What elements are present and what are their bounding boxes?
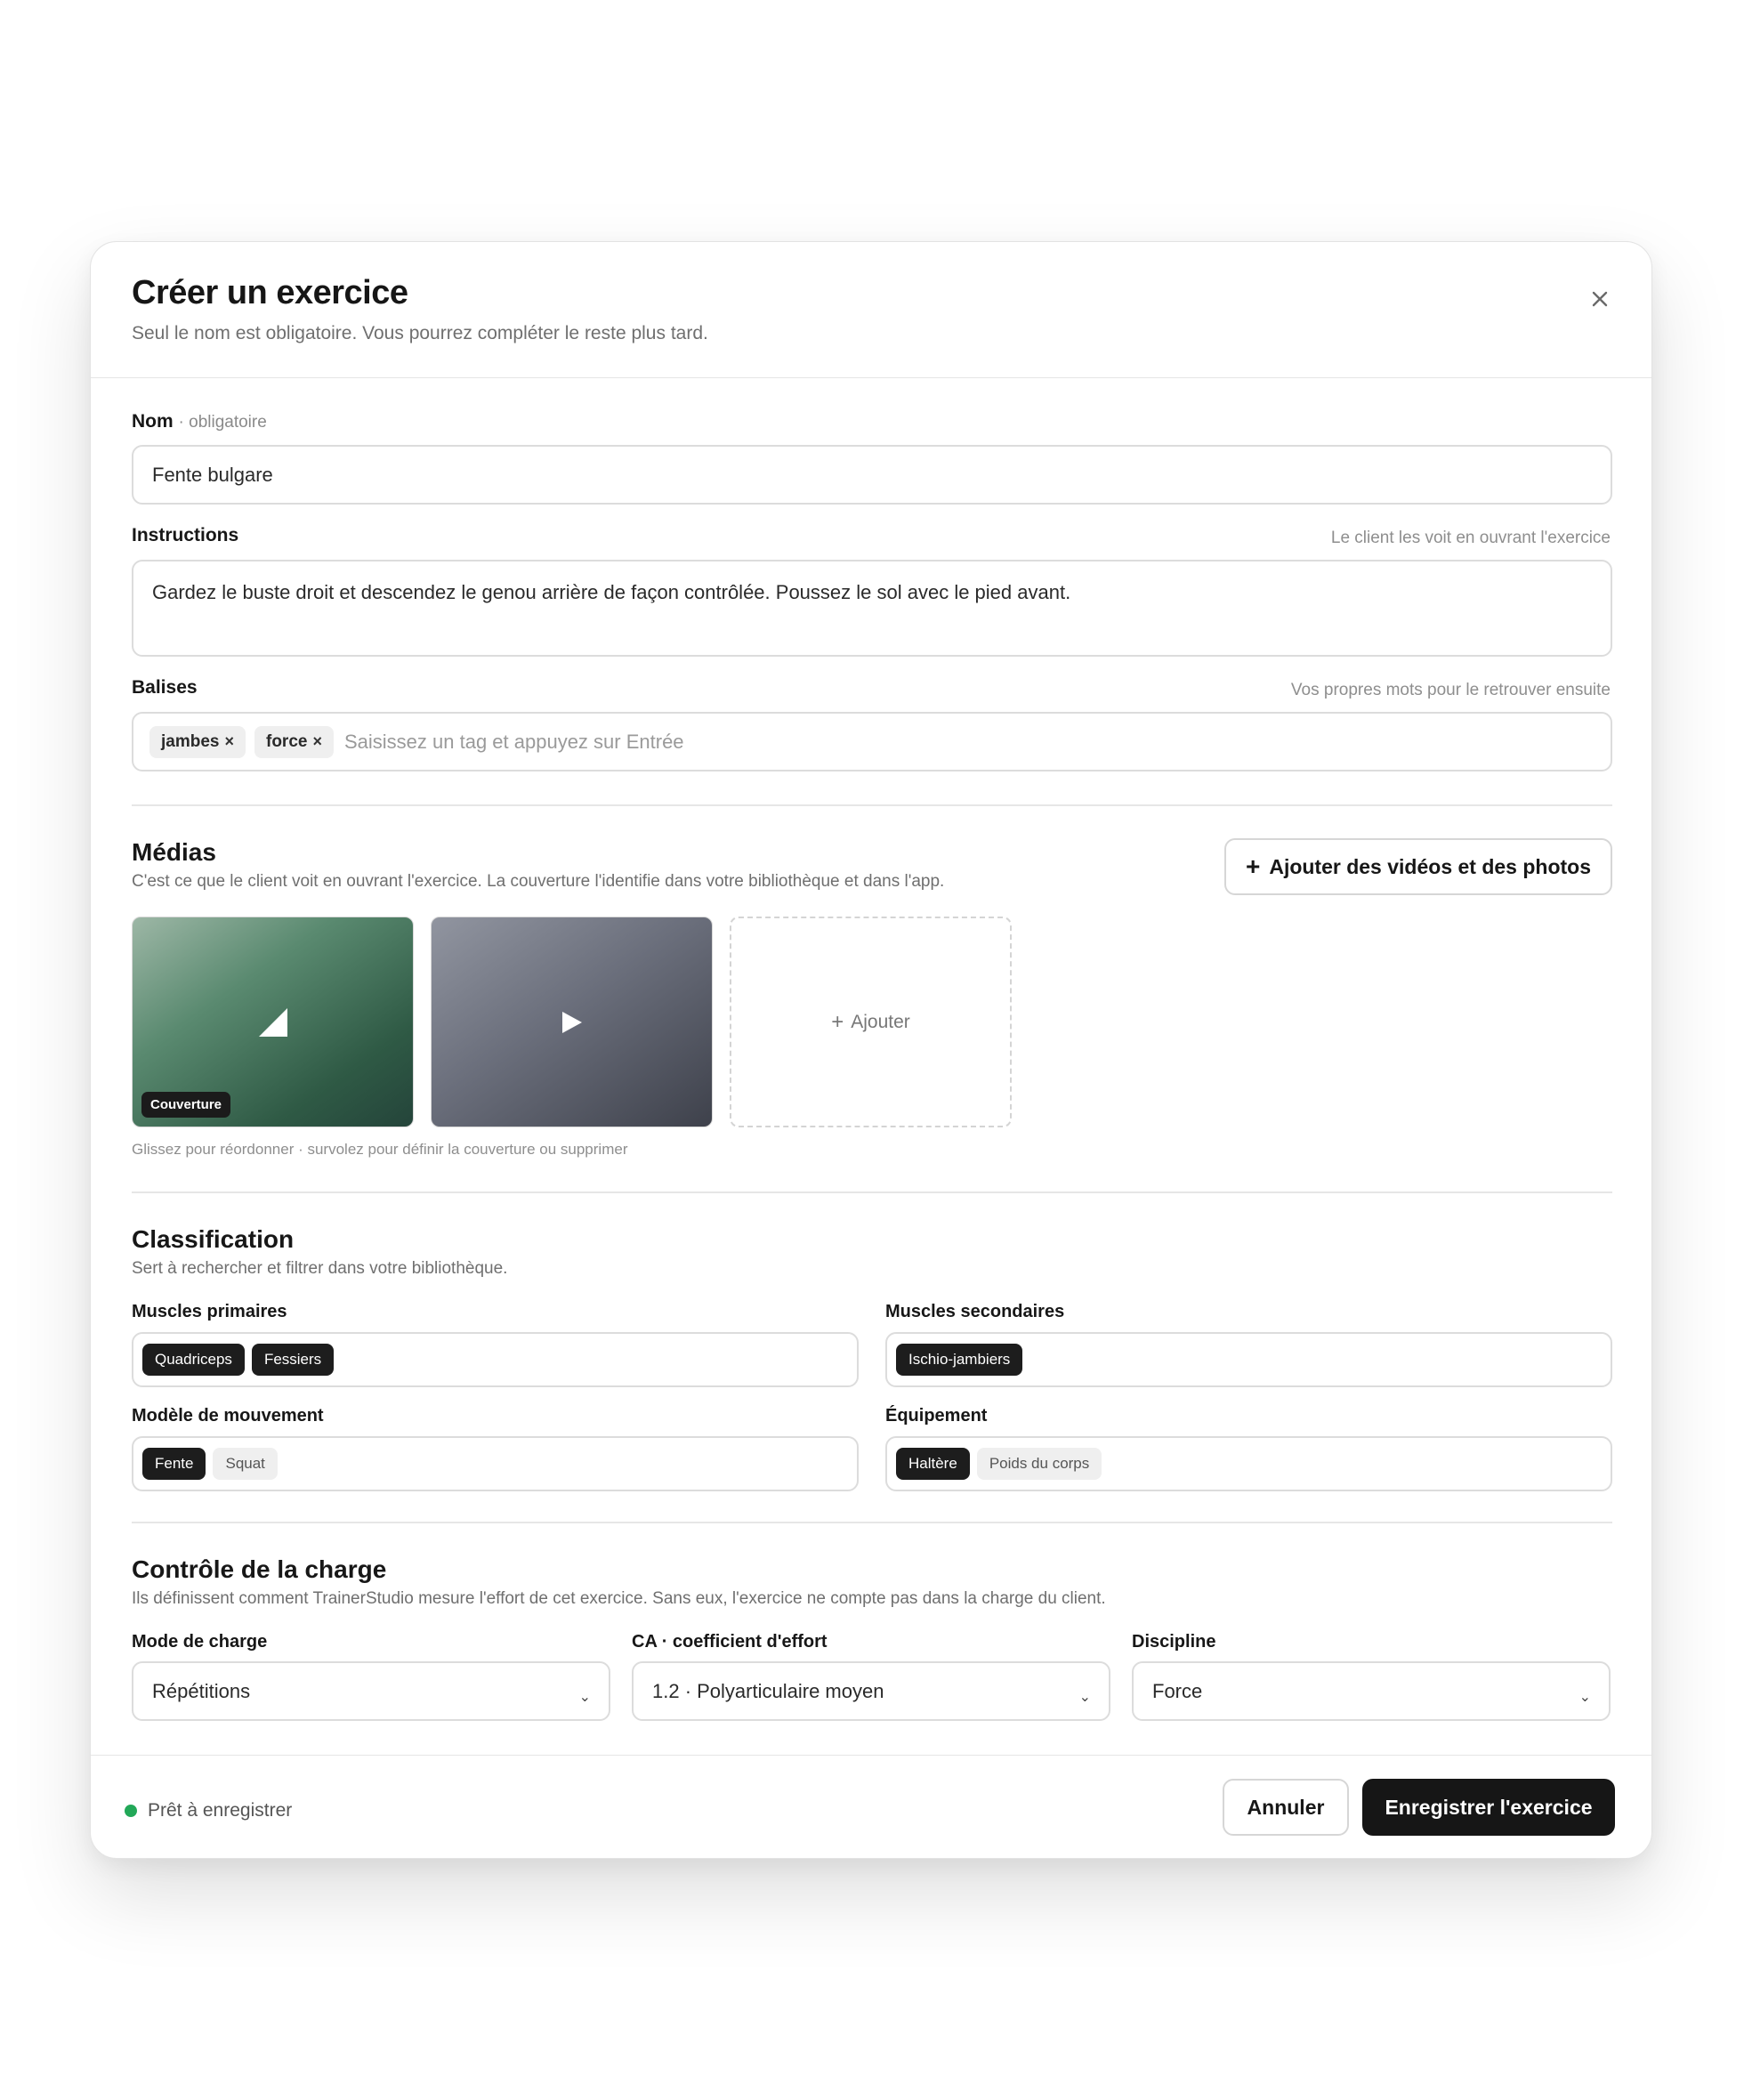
tag-label: force	[266, 731, 308, 751]
media-description: C'est ce que le client voit en ouvrant l…	[132, 872, 945, 891]
divider	[132, 1522, 1612, 1523]
effort-coefficient-label: CA · coefficient d'effort	[632, 1632, 828, 1652]
add-media-button-label: Ajouter des vidéos et des photos	[1269, 854, 1592, 878]
secondary-muscles-label: Muscles secondaires	[885, 1302, 1065, 1321]
add-media-tile[interactable]: + Ajouter	[730, 917, 1012, 1127]
discipline-select[interactable]: Force ⌄	[1132, 1661, 1611, 1721]
effort-coefficient-value: 1.2 · Polyarticulaire moyen	[652, 1679, 884, 1702]
remove-tag-icon[interactable]: ×	[312, 732, 322, 751]
instructions-value: Gardez le buste droit et descendez le ge…	[152, 581, 1071, 603]
instructions-hint: Le client les voit en ouvrant l'exercice	[1330, 529, 1611, 547]
media-title: Médias	[132, 838, 216, 866]
tags-hint: Vos propres mots pour le retrouver ensui…	[1290, 681, 1611, 699]
tag-chip: jambes ×	[149, 725, 246, 758]
required-note: · obligatoire	[178, 413, 267, 432]
instructions-label: Instructions	[132, 525, 239, 545]
classification-description: Sert à rechercher et filtrer dans votre …	[132, 1259, 508, 1278]
name-input[interactable]: Fente bulgare	[132, 445, 1612, 505]
load-mode-label: Mode de charge	[132, 1632, 268, 1652]
name-input-value: Fente bulgare	[152, 463, 273, 486]
effort-coefficient-select[interactable]: 1.2 · Polyarticulaire moyen ⌄	[632, 1661, 1110, 1721]
secondary-muscles-field[interactable]: Ischio-jambiers	[885, 1332, 1612, 1387]
muscle-chip[interactable]: Fessiers	[251, 1344, 335, 1376]
cover-badge: Couverture	[141, 1092, 231, 1118]
modal-title: Créer un exercice	[132, 274, 408, 311]
play-icon	[561, 1011, 582, 1033]
tags-input[interactable]: jambes × force × Saisissez un tag et app…	[132, 712, 1612, 771]
status-dot-icon	[125, 1805, 137, 1817]
create-exercise-modal: Créer un exercice Seul le nom est obliga…	[90, 241, 1652, 1859]
modal-header: Créer un exercice Seul le nom est obliga…	[91, 242, 1651, 378]
muscle-chip[interactable]: Quadriceps	[142, 1344, 245, 1376]
add-media-tile-label: Ajouter	[851, 1011, 910, 1032]
equipment-field[interactable]: Haltère Poids du corps	[885, 1436, 1612, 1491]
media-tile-cover[interactable]: Couverture	[132, 917, 414, 1127]
name-label: Nom · obligatoire	[132, 411, 267, 432]
movement-pattern-label: Modèle de mouvement	[132, 1406, 324, 1426]
tags-label: Balises	[132, 677, 198, 698]
add-media-button[interactable]: + Ajouter des vidéos et des photos	[1224, 838, 1612, 895]
plus-icon: +	[1245, 852, 1261, 880]
image-icon	[258, 1007, 287, 1037]
modal-footer: Prêt à enregistrer Annuler Enregistrer l…	[91, 1755, 1651, 1858]
movement-pattern-field[interactable]: Fente Squat	[132, 1436, 859, 1491]
close-icon	[1592, 291, 1608, 307]
chevron-down-icon: ⌄	[578, 1690, 591, 1705]
modal-subtitle: Seul le nom est obligatoire. Vous pourre…	[132, 323, 708, 343]
divider	[132, 804, 1612, 806]
remove-tag-icon[interactable]: ×	[224, 732, 234, 751]
save-status-text: Prêt à enregistrer	[148, 1800, 293, 1821]
tags-placeholder[interactable]: Saisissez un tag et appuyez sur Entrée	[344, 731, 684, 754]
plus-icon: +	[831, 1009, 844, 1034]
equipment-label: Équipement	[885, 1406, 988, 1426]
muscle-chip[interactable]: Ischio-jambiers	[896, 1344, 1023, 1376]
equipment-chip[interactable]: Poids du corps	[976, 1448, 1102, 1480]
name-label-text: Nom	[132, 411, 174, 432]
load-control-title: Contrôle de la charge	[132, 1555, 387, 1583]
instructions-textarea[interactable]: Gardez le buste droit et descendez le ge…	[132, 560, 1612, 657]
chevron-down-icon: ⌄	[1578, 1690, 1591, 1705]
load-mode-select[interactable]: Répétitions ⌄	[132, 1661, 610, 1721]
classification-title: Classification	[132, 1225, 295, 1253]
primary-muscles-label: Muscles primaires	[132, 1302, 287, 1321]
equipment-chip[interactable]: Haltère	[896, 1448, 970, 1480]
primary-muscles-field[interactable]: Quadriceps Fessiers	[132, 1332, 859, 1387]
save-exercise-button[interactable]: Enregistrer l'exercice	[1362, 1779, 1615, 1836]
discipline-label: Discipline	[1132, 1632, 1216, 1652]
movement-chip[interactable]: Fente	[142, 1448, 206, 1480]
close-button[interactable]	[1582, 281, 1618, 317]
save-status: Prêt à enregistrer	[125, 1800, 292, 1821]
tag-chip: force ×	[254, 725, 334, 758]
chevron-down-icon: ⌄	[1078, 1690, 1091, 1705]
discipline-value: Force	[1152, 1679, 1203, 1702]
media-tile-video[interactable]	[431, 917, 713, 1127]
movement-chip[interactable]: Squat	[213, 1448, 278, 1480]
media-hint: Glissez pour réordonner · survolez pour …	[132, 1141, 628, 1158]
divider	[132, 1191, 1612, 1193]
load-control-description: Ils définissent comment TrainerStudio me…	[132, 1589, 1106, 1608]
tag-label: jambes	[161, 731, 220, 751]
load-mode-value: Répétitions	[152, 1679, 251, 1702]
cancel-button[interactable]: Annuler	[1223, 1779, 1349, 1836]
